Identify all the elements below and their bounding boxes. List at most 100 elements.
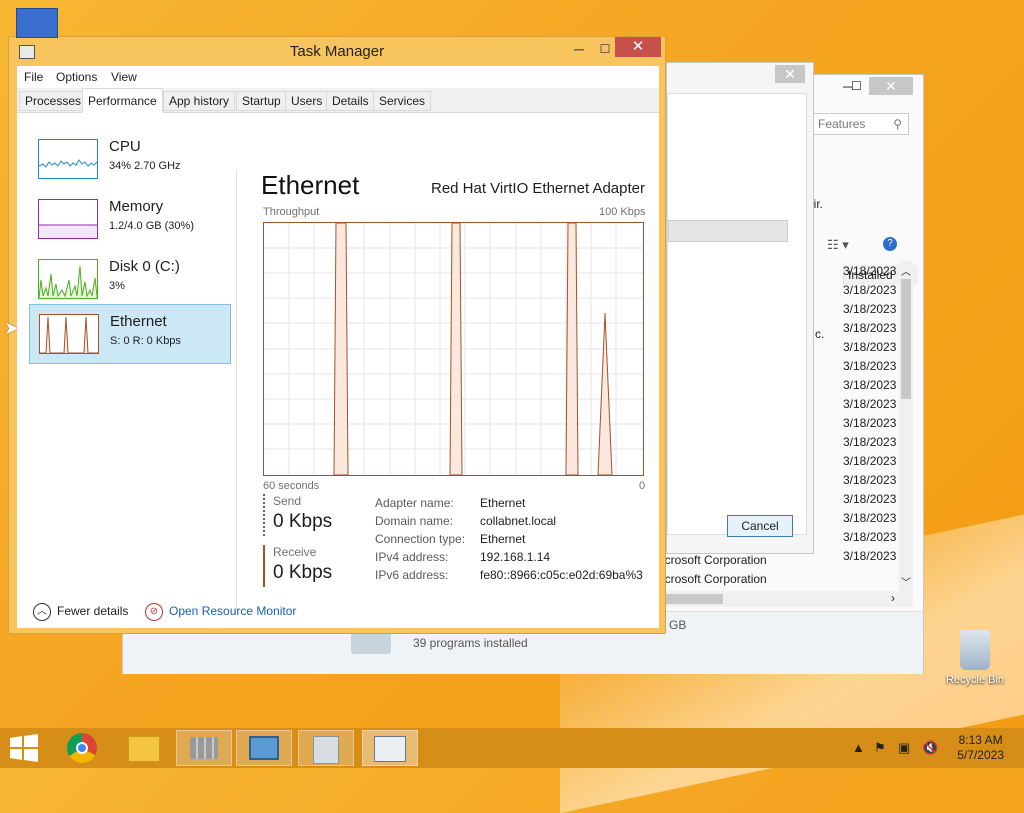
chrome-button[interactable]	[54, 730, 110, 766]
sidebar-item-label: Disk 0 (C:)	[109, 258, 180, 275]
folder-icon	[128, 736, 160, 762]
sidebar-item-value: 3%	[109, 280, 125, 292]
ethernet-thumbnail	[39, 314, 99, 354]
installed-date-cell: 3/18/2023	[843, 530, 897, 544]
volume-muted-icon[interactable]: 🔇	[922, 740, 938, 756]
dialog-content	[667, 93, 807, 535]
installed-date-cell: 3/18/2023	[843, 492, 897, 506]
throughput-graph-svg	[264, 222, 643, 476]
tab-startup[interactable]: Startup	[236, 91, 287, 111]
tab-users[interactable]: Users	[285, 91, 329, 111]
sidebar-item-label: Memory	[109, 198, 164, 215]
sidebar-item-memory[interactable]: Memory 1.2/4.0 GB (30%)	[29, 190, 231, 248]
sidebar-item-value: 34% 2.70 GHz	[109, 160, 181, 172]
taskbar-app-control-panel[interactable]	[236, 730, 292, 766]
tab-app-history[interactable]: App history	[163, 91, 236, 111]
close-button[interactable]: ✕	[869, 77, 913, 95]
installed-date-cell: 3/18/2023	[843, 283, 897, 297]
sidebar-item-label: CPU	[109, 138, 141, 155]
installed-dates-list: 3/18/2023 3/18/2023 3/18/2023 3/18/2023 3/18…	[843, 262, 901, 566]
installed-date-cell: 3/18/2023	[843, 549, 897, 563]
search-input[interactable]: d Features ⚲	[803, 113, 909, 135]
size-label: GB	[669, 618, 687, 632]
recycle-bin-icon	[960, 630, 990, 670]
minimize-button[interactable]: ─	[565, 40, 593, 58]
taskbar: ▲ ⚑ ▣ 🔇 8:13 AM 5/7/2023	[0, 728, 1024, 768]
installed-date-cell: 3/18/2023	[843, 340, 897, 354]
publisher-cell: icrosoft Corporation	[662, 553, 767, 567]
throughput-label: Throughput	[263, 206, 320, 218]
installed-date-cell: 3/18/2023	[843, 435, 897, 449]
receive-stat: Receive 0 Kbps	[263, 545, 363, 587]
file-explorer-button[interactable]	[116, 730, 172, 766]
show-hidden-icons[interactable]: ▲	[852, 740, 865, 755]
task-manager-icon	[374, 736, 406, 762]
close-button[interactable]: ✕	[615, 37, 661, 57]
windows-icon	[10, 734, 38, 762]
sidebar-item-disk[interactable]: Disk 0 (C:) 3%	[29, 250, 231, 308]
tab-details[interactable]: Details	[326, 91, 375, 111]
text-fragment: c.	[815, 327, 825, 341]
sidebar-item-label: Ethernet	[110, 313, 167, 330]
title-bar[interactable]: Task Manager ─ ☐ ✕	[9, 37, 665, 65]
property-row: Adapter name: Ethernet	[375, 496, 526, 510]
time-span-label: 60 seconds	[263, 480, 320, 492]
adapter-properties: Adapter name: Ethernet Domain name: collab…	[375, 494, 643, 584]
horizontal-scrollbar[interactable]: ›	[663, 591, 913, 607]
sidebar-item-value: 1.2/4.0 GB (30%)	[109, 220, 194, 232]
installed-date-cell: 3/18/2023	[843, 416, 897, 430]
menu-bar: File Options View	[17, 66, 659, 88]
menu-options[interactable]: Options	[56, 70, 97, 84]
programs-icon	[313, 736, 339, 764]
taskbar-app-programs[interactable]	[298, 730, 354, 766]
send-value: 0 Kbps	[273, 511, 333, 532]
desktop-computer-icon[interactable]	[16, 8, 58, 38]
clock[interactable]: 8:13 AM 5/7/2023	[957, 733, 1004, 763]
sidebar-item-cpu[interactable]: CPU 34% 2.70 GHz	[29, 130, 231, 188]
open-resource-monitor-link[interactable]: ⊘ Open Resource Monitor	[145, 603, 296, 621]
action-center-flag-icon[interactable]: ⚑	[874, 740, 886, 756]
installed-date-cell: 3/18/2023	[843, 359, 897, 373]
maximize-button[interactable]: ☐	[851, 79, 862, 93]
dialog-window[interactable]: ✕ Cancel	[666, 62, 814, 554]
close-button[interactable]: ✕	[775, 65, 805, 83]
network-icon[interactable]: ▣	[898, 740, 910, 756]
menu-view[interactable]: View	[111, 70, 137, 84]
menu-file[interactable]: File	[24, 70, 43, 84]
tab-performance[interactable]: Performance	[82, 88, 163, 113]
tab-processes[interactable]: Processes	[19, 91, 88, 111]
mouse-cursor-icon: ➤	[4, 318, 20, 338]
installed-date-cell: 3/18/2023	[843, 397, 897, 411]
scrollbar[interactable]: ︿ ﹀	[899, 261, 913, 591]
help-icon[interactable]: ?	[883, 237, 897, 251]
property-row: IPv6 address: fe80::8966:c05c:e02d:69ba%3	[375, 568, 643, 582]
installed-date-cell: 3/18/2023	[843, 302, 897, 316]
installed-date-cell: 3/18/2023	[843, 378, 897, 392]
task-manager-window[interactable]: Task Manager ─ ☐ ✕ File Options View Pro…	[8, 36, 666, 634]
fewer-details-button[interactable]: ︿ Fewer details	[33, 603, 128, 621]
cancel-button[interactable]: Cancel	[727, 515, 793, 537]
page-title: Ethernet	[261, 170, 360, 200]
property-row: Domain name: collabnet.local	[375, 514, 557, 528]
tab-services[interactable]: Services	[373, 91, 432, 111]
installed-date-cell: 3/18/2023	[843, 264, 897, 278]
taskbar-app-task-manager[interactable]	[362, 730, 418, 766]
receive-label: Receive	[273, 545, 317, 559]
search-icon: ⚲	[893, 117, 902, 131]
sidebar-item-ethernet[interactable]: Ethernet S: 0 R: 0 Kbps	[29, 304, 231, 364]
recycle-bin[interactable]: Recycle Bin	[940, 630, 1010, 686]
min-scale-label: 0	[639, 480, 646, 492]
installed-date-cell: 3/18/2023	[843, 473, 897, 487]
max-scale-label: 100 Kbps	[599, 206, 646, 218]
cpu-thumbnail	[38, 139, 98, 179]
disk-thumbnail	[38, 259, 98, 299]
start-button[interactable]	[2, 730, 46, 766]
taskbar-app-firewall[interactable]	[176, 730, 232, 766]
send-stat: Send 0 Kbps	[263, 494, 363, 536]
tab-bar: Processes Performance App history Startu…	[17, 88, 659, 113]
programs-count: 39 programs installed	[413, 636, 528, 650]
sidebar-item-value: S: 0 R: 0 Kbps	[110, 335, 181, 347]
installed-date-cell: 3/18/2023	[843, 454, 897, 468]
property-row: Connection type: Ethernet	[375, 532, 526, 546]
view-options-icon[interactable]: ☷ ▾	[827, 237, 849, 253]
